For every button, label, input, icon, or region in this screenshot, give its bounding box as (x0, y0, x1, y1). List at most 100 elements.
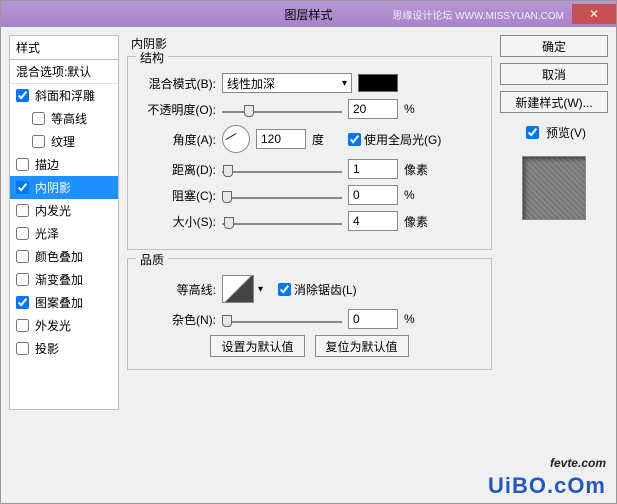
global-light-label: 使用全局光(G) (364, 131, 441, 148)
styles-header[interactable]: 样式 (9, 35, 119, 60)
size-input[interactable]: 4 (348, 211, 398, 231)
preview-label: 预览(V) (546, 124, 586, 141)
new-style-button[interactable]: 新建样式(W)... (500, 91, 608, 113)
choke-input[interactable]: 0 (348, 185, 398, 205)
opacity-slider[interactable] (222, 101, 342, 117)
cancel-button[interactable]: 取消 (500, 63, 608, 85)
style-item-1[interactable]: 等高线 (10, 107, 118, 130)
dialog-buttons: 确定 取消 新建样式(W)... 预览(V) (500, 35, 608, 495)
noise-input[interactable]: 0 (348, 309, 398, 329)
style-item-label: 渐变叠加 (35, 271, 83, 288)
antialias-label: 消除锯齿(L) (294, 281, 357, 298)
style-item-checkbox[interactable] (16, 273, 29, 286)
style-item-checkbox[interactable] (32, 135, 45, 148)
style-item-label: 外发光 (35, 317, 71, 334)
color-swatch[interactable] (358, 74, 398, 92)
effect-title: 内阴影 (127, 35, 492, 56)
blend-options-default[interactable]: 混合选项:默认 (10, 60, 118, 84)
style-item-7[interactable]: 颜色叠加 (10, 245, 118, 268)
close-icon: ✕ (589, 7, 599, 21)
angle-input[interactable]: 120 (256, 129, 306, 149)
style-item-label: 斜面和浮雕 (35, 87, 95, 104)
style-item-9[interactable]: 图案叠加 (10, 291, 118, 314)
style-item-checkbox[interactable] (16, 342, 29, 355)
chevron-down-icon: ▾ (342, 78, 347, 89)
style-item-label: 图案叠加 (35, 294, 83, 311)
angle-label: 角度(A): (136, 131, 216, 148)
style-item-label: 内发光 (35, 202, 71, 219)
titlebar: 图层样式 思缘设计论坛 WWW.MISSYUAN.COM ✕ (1, 1, 616, 27)
style-item-0[interactable]: 斜面和浮雕 (10, 84, 118, 107)
preview-thumbnail (522, 156, 586, 220)
style-item-label: 颜色叠加 (35, 248, 83, 265)
quality-group-label: 品质 (136, 251, 168, 268)
distance-unit: 像素 (404, 161, 434, 178)
style-item-checkbox[interactable] (32, 112, 45, 125)
style-item-checkbox[interactable] (16, 89, 29, 102)
style-item-checkbox[interactable] (16, 227, 29, 240)
distance-input[interactable]: 1 (348, 159, 398, 179)
style-item-checkbox[interactable] (16, 296, 29, 309)
window-title: 图层样式 (284, 6, 332, 23)
antialias-input[interactable] (278, 283, 291, 296)
style-item-checkbox[interactable] (16, 181, 29, 194)
style-item-label: 光泽 (35, 225, 59, 242)
antialias-checkbox[interactable]: 消除锯齿(L) (278, 281, 357, 298)
contour-picker[interactable]: ▾ (222, 275, 254, 303)
make-default-button[interactable]: 设置为默认值 (210, 335, 304, 357)
style-item-label: 等高线 (51, 110, 87, 127)
style-item-5[interactable]: 内发光 (10, 199, 118, 222)
style-item-3[interactable]: 描边 (10, 153, 118, 176)
angle-dial[interactable] (222, 125, 250, 153)
reset-default-button[interactable]: 复位为默认值 (315, 335, 409, 357)
blend-mode-label: 混合模式(B): (136, 75, 216, 92)
chevron-down-icon: ▾ (258, 284, 263, 295)
style-item-checkbox[interactable] (16, 319, 29, 332)
style-item-label: 内阴影 (35, 179, 71, 196)
style-item-11[interactable]: 投影 (10, 337, 118, 360)
global-light-checkbox[interactable]: 使用全局光(G) (348, 131, 441, 148)
style-item-checkbox[interactable] (16, 158, 29, 171)
distance-slider[interactable] (222, 161, 342, 177)
ok-button[interactable]: 确定 (500, 35, 608, 57)
opacity-input[interactable]: 20 (348, 99, 398, 119)
structure-group-label: 结构 (136, 49, 168, 66)
effect-settings-panel: 内阴影 结构 混合模式(B): 线性加深 ▾ 不透明度(O): 2 (127, 35, 492, 495)
styles-panel: 样式 混合选项:默认 斜面和浮雕等高线纹理描边内阴影内发光光泽颜色叠加渐变叠加图… (9, 35, 119, 495)
watermark-top: 思缘设计论坛 WWW.MISSYUAN.COM (392, 7, 564, 22)
style-item-label: 投影 (35, 340, 59, 357)
choke-unit: % (404, 188, 434, 202)
global-light-input[interactable] (348, 133, 361, 146)
noise-slider[interactable] (222, 311, 342, 327)
preview-input[interactable] (526, 126, 539, 139)
blend-mode-value: 线性加深 (227, 75, 275, 92)
size-label: 大小(S): (136, 213, 216, 230)
choke-label: 阻塞(C): (136, 187, 216, 204)
preview-checkbox[interactable]: 预览(V) (500, 123, 608, 142)
size-unit: 像素 (404, 213, 434, 230)
size-slider[interactable] (222, 213, 342, 229)
blend-mode-select[interactable]: 线性加深 ▾ (222, 73, 352, 93)
contour-label: 等高线: (136, 281, 216, 298)
opacity-unit: % (404, 102, 434, 116)
noise-unit: % (404, 312, 434, 326)
style-item-label: 描边 (35, 156, 59, 173)
layer-style-dialog: 图层样式 思缘设计论坛 WWW.MISSYUAN.COM ✕ 样式 混合选项:默… (0, 0, 617, 504)
style-item-checkbox[interactable] (16, 250, 29, 263)
style-item-8[interactable]: 渐变叠加 (10, 268, 118, 291)
opacity-label: 不透明度(O): (136, 101, 216, 118)
style-item-6[interactable]: 光泽 (10, 222, 118, 245)
choke-slider[interactable] (222, 187, 342, 203)
style-item-checkbox[interactable] (16, 204, 29, 217)
distance-label: 距离(D): (136, 161, 216, 178)
quality-group: 品质 等高线: ▾ 消除锯齿(L) 杂色(N): (127, 258, 492, 370)
close-button[interactable]: ✕ (572, 4, 616, 24)
styles-list: 混合选项:默认 斜面和浮雕等高线纹理描边内阴影内发光光泽颜色叠加渐变叠加图案叠加… (9, 60, 119, 410)
structure-group: 结构 混合模式(B): 线性加深 ▾ 不透明度(O): 20 % (127, 56, 492, 250)
style-item-label: 纹理 (51, 133, 75, 150)
angle-unit: 度 (312, 131, 342, 148)
noise-label: 杂色(N): (136, 311, 216, 328)
style-item-2[interactable]: 纹理 (10, 130, 118, 153)
style-item-4[interactable]: 内阴影 (10, 176, 118, 199)
style-item-10[interactable]: 外发光 (10, 314, 118, 337)
